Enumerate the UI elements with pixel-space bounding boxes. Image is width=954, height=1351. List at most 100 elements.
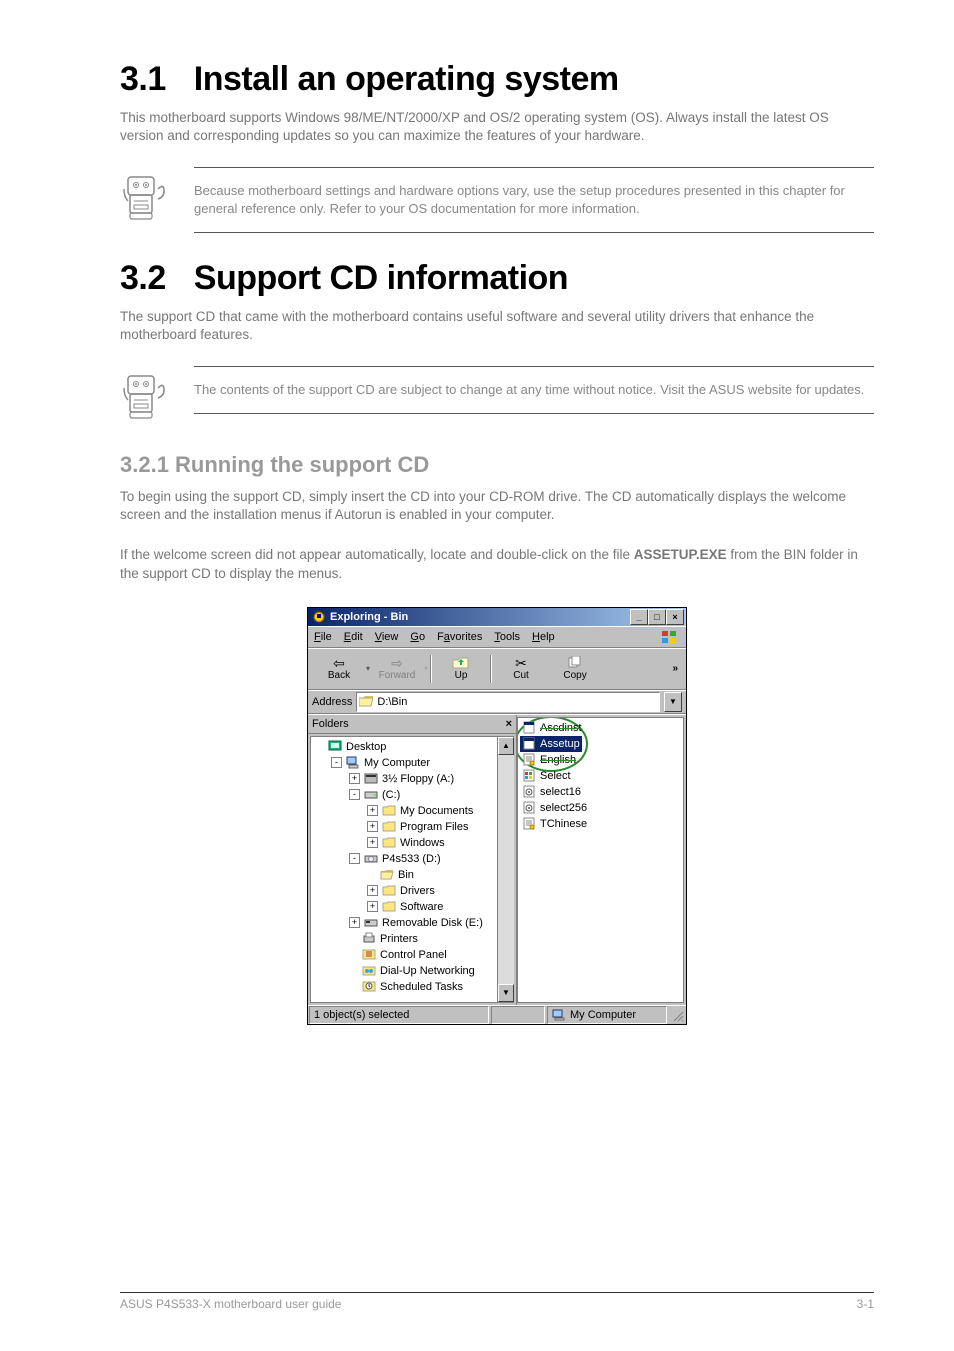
tree-node[interactable]: +Software xyxy=(313,899,514,915)
file-list[interactable]: Ascdinst Assetup EnglishSelectselect16sele… xyxy=(517,717,684,1003)
tree-node[interactable]: Printers xyxy=(313,931,514,947)
tree-node[interactable]: +My Documents xyxy=(313,803,514,819)
close-button[interactable]: × xyxy=(666,609,684,625)
subsection-paragraph: To begin using the support CD, simply in… xyxy=(120,488,874,524)
tree-node[interactable]: +Program Files xyxy=(313,819,514,835)
file-item[interactable]: English xyxy=(520,752,578,768)
expand-spacer xyxy=(349,934,358,943)
scroll-track[interactable] xyxy=(498,755,514,984)
expand-icon[interactable]: + xyxy=(349,917,360,928)
status-left: 1 object(s) selected xyxy=(309,1006,489,1024)
minimize-button[interactable]: _ xyxy=(630,609,648,625)
expand-icon[interactable]: + xyxy=(367,821,378,832)
expand-icon[interactable]: + xyxy=(367,901,378,912)
section-number: 3.1 xyxy=(120,60,166,99)
tree-node[interactable]: - My Computer xyxy=(313,755,514,771)
folders-pane: Folders × Desktop-My Computer+3½ Floppy … xyxy=(308,715,517,1005)
subsection-heading: 3.2.1 Running the support CD xyxy=(120,452,874,478)
tree-node-label: Windows xyxy=(400,837,445,849)
dialup-icon xyxy=(362,964,376,977)
exe-icon xyxy=(522,737,536,750)
tree-node[interactable]: -(C:) xyxy=(313,787,514,803)
menu-file[interactable]: File xyxy=(314,631,332,643)
expand-spacer xyxy=(349,982,358,991)
back-arrow-icon: ⇦ xyxy=(333,656,345,670)
folder-tree[interactable]: Desktop-My Computer+3½ Floppy (A:)-(C:)+… xyxy=(310,736,514,1003)
file-item[interactable]: Select xyxy=(520,768,573,784)
section-paragraph: The support CD that came with the mother… xyxy=(120,308,874,344)
menu-go[interactable]: Go xyxy=(410,631,425,643)
address-value: D:\Bin xyxy=(377,696,407,708)
tree-node-label: My Computer xyxy=(364,757,430,769)
tree-node-label: Bin xyxy=(398,869,414,881)
tree-node[interactable]: Bin xyxy=(313,867,514,883)
printers-icon xyxy=(362,932,376,945)
expand-icon[interactable]: + xyxy=(367,837,378,848)
expand-spacer xyxy=(315,742,324,751)
section-number: 3.2 xyxy=(120,259,166,298)
menu-tools[interactable]: Tools xyxy=(494,631,520,643)
toolbar-label: Up xyxy=(455,670,468,681)
file-label: Assetup xyxy=(540,738,580,750)
section-paragraph: This motherboard supports Windows 98/ME/… xyxy=(120,109,874,145)
tree-node[interactable]: Desktop xyxy=(313,739,514,755)
mycomputer-icon xyxy=(552,1009,566,1021)
file-item[interactable]: select256 xyxy=(520,800,589,816)
cfg-icon xyxy=(522,785,536,798)
menu-favorites[interactable]: Favorites xyxy=(437,631,482,643)
note-robot-icon xyxy=(120,173,170,227)
tree-node-label: Drivers xyxy=(400,885,435,897)
collapse-icon[interactable]: - xyxy=(349,789,360,800)
menu-view[interactable]: View xyxy=(375,631,399,643)
back-button[interactable]: ⇦ Back xyxy=(312,650,366,688)
titlebar[interactable]: Exploring - Bin _ □ × xyxy=(308,608,686,626)
toolbar-overflow[interactable]: » xyxy=(672,663,682,674)
menu-edit[interactable]: Edit xyxy=(344,631,363,643)
desktop-icon xyxy=(328,740,342,753)
ini-icon xyxy=(522,753,536,766)
file-item[interactable]: Ascdinst xyxy=(520,720,584,736)
up-button[interactable]: Up xyxy=(434,650,488,688)
maximize-button[interactable]: □ xyxy=(648,609,666,625)
expand-icon[interactable]: + xyxy=(367,885,378,896)
tree-node-label: Dial-Up Networking xyxy=(380,965,475,977)
mycomputer-icon xyxy=(346,756,360,769)
menubar: File Edit View Go Favorites Tools Help xyxy=(308,626,686,648)
expand-icon[interactable]: + xyxy=(367,805,378,816)
status-right: My Computer xyxy=(547,1006,667,1024)
resize-grip-icon[interactable] xyxy=(670,1008,684,1022)
tree-node[interactable]: +3½ Floppy (A:) xyxy=(313,771,514,787)
tree-node[interactable]: + Windows xyxy=(313,835,514,851)
toolbar-label: Copy xyxy=(563,670,586,681)
scroll-up-button[interactable]: ▲ xyxy=(498,737,514,755)
folder-icon xyxy=(382,884,396,897)
cut-button[interactable]: ✂ Cut xyxy=(494,650,548,688)
scissors-icon: ✂ xyxy=(515,656,527,670)
file-item[interactable]: select16 xyxy=(520,784,583,800)
up-folder-icon xyxy=(452,656,470,670)
tree-node-label: Control Panel xyxy=(380,949,447,961)
menu-help[interactable]: Help xyxy=(532,631,555,643)
expand-icon[interactable]: + xyxy=(349,773,360,784)
tree-node[interactable]: + Drivers xyxy=(313,883,514,899)
scroll-down-button[interactable]: ▼ xyxy=(498,984,514,1002)
collapse-icon[interactable]: - xyxy=(349,853,360,864)
scrollbar[interactable]: ▲ ▼ xyxy=(497,737,514,1002)
file-item[interactable]: Assetup xyxy=(520,736,582,752)
file-item[interactable]: TChinese xyxy=(520,816,589,832)
copy-button[interactable]: Copy xyxy=(548,650,602,688)
address-label: Address xyxy=(312,696,352,708)
collapse-icon[interactable]: - xyxy=(331,757,342,768)
folders-pane-close-button[interactable]: × xyxy=(506,718,512,730)
address-dropdown-button[interactable]: ▼ xyxy=(664,692,682,712)
explorer-window: Exploring - Bin _ □ × File Edit View Go … xyxy=(307,607,687,1025)
tree-node[interactable]: Scheduled Tasks xyxy=(313,979,514,995)
subsection-paragraph: If the welcome screen did not appear aut… xyxy=(120,546,874,582)
tree-node[interactable]: +Removable Disk (E:) xyxy=(313,915,514,931)
tree-node[interactable]: Control Panel xyxy=(313,947,514,963)
footer-right: 3-1 xyxy=(857,1297,874,1311)
address-input[interactable]: D:\Bin xyxy=(356,692,660,712)
forward-button[interactable]: ⇨ Forward xyxy=(370,650,424,688)
tree-node[interactable]: Dial-Up Networking xyxy=(313,963,514,979)
tree-node[interactable]: -P4s533 (D:) xyxy=(313,851,514,867)
